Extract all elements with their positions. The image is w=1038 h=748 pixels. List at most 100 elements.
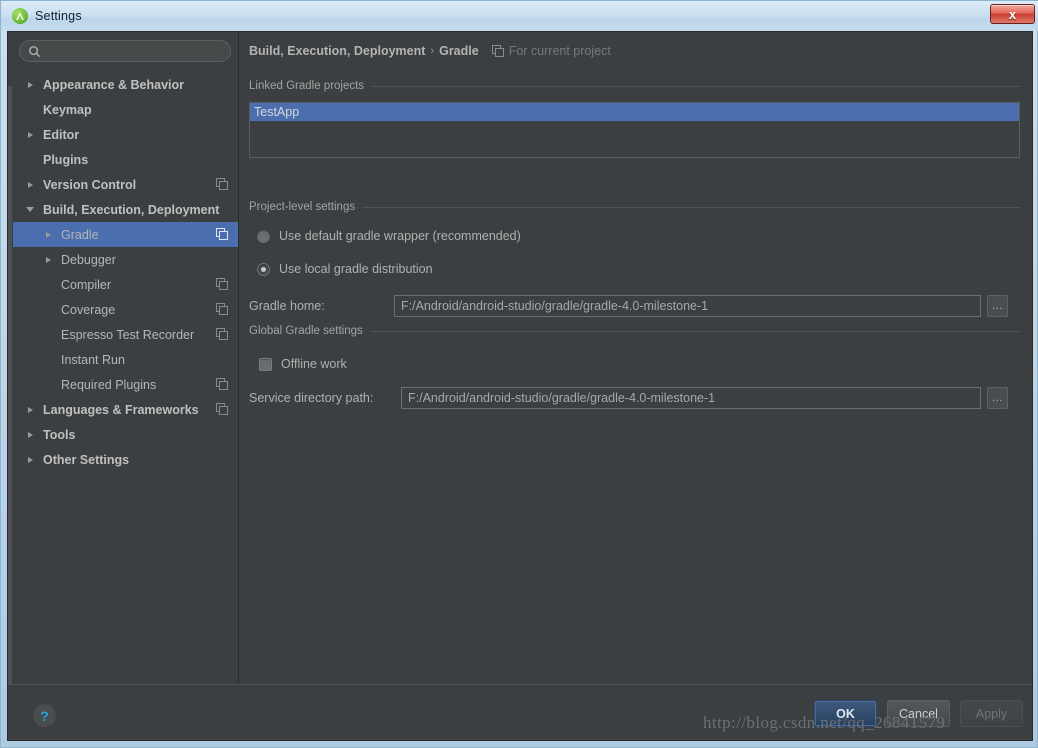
sidebar-item-debugger[interactable]: Debugger <box>13 247 238 272</box>
window-title: Settings <box>35 9 82 23</box>
breadcrumb-current: Gradle <box>439 44 479 58</box>
radio-use-default-wrapper[interactable]: Use default gradle wrapper (recommended) <box>257 229 521 243</box>
sidebar-item-appearance-behavior[interactable]: Appearance & Behavior <box>13 72 238 97</box>
android-studio-icon <box>12 8 28 24</box>
tree-arrow-spacer <box>23 153 37 167</box>
search-input[interactable] <box>45 43 223 59</box>
breadcrumb-separator: › <box>430 45 435 57</box>
service-directory-row: Service directory path: F:/Android/andro… <box>249 387 1008 409</box>
tree-arrow-spacer <box>41 328 55 342</box>
checkbox-offline-work[interactable]: Offline work <box>259 357 347 371</box>
settings-window: Settings x Appearance & Behavior Keymap … <box>0 0 1038 748</box>
project-scope-icon <box>216 403 228 415</box>
chevron-right-icon[interactable] <box>23 78 37 92</box>
radio-indicator-default[interactable] <box>257 229 270 243</box>
global-settings-group: Global Gradle settings <box>249 324 1020 338</box>
scope-tag: For current project <box>491 44 611 58</box>
sidebar-item-tools[interactable]: Tools <box>13 422 238 447</box>
group-divider <box>369 330 1020 332</box>
settings-sidebar: Appearance & Behavior Keymap Editor Plugins… <box>8 32 239 684</box>
sidebar-item-label: Build, Execution, Deployment <box>43 202 220 217</box>
ok-button[interactable]: OK <box>814 700 877 727</box>
global-settings-title: Global Gradle settings <box>249 325 363 337</box>
sidebar-item-editor[interactable]: Editor <box>13 122 238 147</box>
project-level-title: Project-level settings <box>249 201 356 213</box>
sidebar-item-instant-run[interactable]: Instant Run <box>13 347 238 372</box>
sidebar-item-languages-frameworks[interactable]: Languages & Frameworks <box>13 397 238 422</box>
project-scope-icon <box>216 328 228 340</box>
sidebar-item-label: Debugger <box>61 252 116 267</box>
sidebar-item-build-execution-deployment[interactable]: Build, Execution, Deployment <box>13 197 238 222</box>
scope-label: For current project <box>508 44 611 58</box>
chevron-right-icon[interactable] <box>41 228 55 242</box>
service-directory-browse-button[interactable]: ... <box>987 387 1008 409</box>
group-divider <box>362 206 1020 208</box>
sidebar-item-plugins[interactable]: Plugins <box>13 147 238 172</box>
gradle-home-browse-button[interactable]: ... <box>987 295 1008 317</box>
sidebar-item-coverage[interactable]: Coverage <box>13 297 238 322</box>
apply-button: Apply <box>960 700 1023 727</box>
sidebar-item-label: Editor <box>43 127 80 142</box>
chevron-right-icon[interactable] <box>23 128 37 142</box>
sidebar-item-version-control[interactable]: Version Control <box>13 172 238 197</box>
chevron-right-icon[interactable] <box>23 428 37 442</box>
sidebar-item-label: Tools <box>43 427 76 442</box>
tree-arrow-spacer <box>41 378 55 392</box>
service-directory-input[interactable]: F:/Android/android-studio/gradle/gradle-… <box>401 387 981 409</box>
sidebar-item-gradle[interactable]: Gradle <box>13 222 238 247</box>
close-glyph: x <box>1008 6 1017 22</box>
breadcrumb: Build, Execution, Deployment › Gradle Fo… <box>249 44 611 58</box>
gradle-home-label: Gradle home: <box>249 299 325 313</box>
sidebar-item-label: Required Plugins <box>61 377 157 392</box>
sidebar-item-label: Plugins <box>43 152 89 167</box>
radio-label-default: Use default gradle wrapper (recommended) <box>279 229 521 243</box>
service-directory-label: Service directory path: <box>249 391 374 405</box>
settings-dialog: Appearance & Behavior Keymap Editor Plugins… <box>7 31 1033 741</box>
checkbox-label-offline: Offline work <box>281 357 347 371</box>
radio-use-local-distribution[interactable]: Use local gradle distribution <box>257 262 433 276</box>
help-icon[interactable]: ? <box>33 704 56 727</box>
sidebar-item-keymap[interactable]: Keymap <box>13 97 238 122</box>
chevron-right-icon[interactable] <box>41 253 55 267</box>
chevron-down-icon[interactable] <box>23 203 37 217</box>
sidebar-item-other-settings[interactable]: Other Settings <box>13 447 238 472</box>
linked-projects-list[interactable]: TestApp <box>249 102 1020 158</box>
sidebar-item-label: Languages & Frameworks <box>43 402 199 417</box>
sidebar-item-label: Espresso Test Recorder <box>61 327 195 342</box>
sidebar-item-label: Keymap <box>43 102 92 117</box>
sidebar-item-label: Appearance & Behavior <box>43 77 185 92</box>
sidebar-item-required-plugins[interactable]: Required Plugins <box>13 372 238 397</box>
title-bar: Settings x <box>1 1 1038 31</box>
radio-indicator-local[interactable] <box>257 262 270 276</box>
cancel-button[interactable]: Cancel <box>887 700 950 727</box>
sidebar-scrollbar-thumb[interactable] <box>8 86 12 684</box>
sidebar-item-compiler[interactable]: Compiler <box>13 272 238 297</box>
sidebar-item-label: Other Settings <box>43 452 130 467</box>
group-divider <box>371 85 1020 87</box>
tree-arrow-spacer <box>41 278 55 292</box>
project-scope-icon <box>216 378 228 390</box>
radio-label-local: Use local gradle distribution <box>279 262 433 276</box>
sidebar-item-espresso-test-recorder[interactable]: Espresso Test Recorder <box>13 322 238 347</box>
list-item[interactable]: TestApp <box>250 103 1019 121</box>
sidebar-item-label: Coverage <box>61 302 116 317</box>
checkbox-indicator-offline[interactable] <box>259 357 272 371</box>
project-scope-icon <box>216 303 228 315</box>
settings-tree: Appearance & Behavior Keymap Editor Plugins… <box>13 72 238 472</box>
gradle-home-input[interactable]: F:/Android/android-studio/gradle/gradle-… <box>394 295 981 317</box>
gradle-home-row: Gradle home: F:/Android/android-studio/g… <box>249 295 1008 317</box>
chevron-right-icon[interactable] <box>23 453 37 467</box>
close-icon[interactable]: x <box>990 4 1035 24</box>
chevron-right-icon[interactable] <box>23 178 37 192</box>
sidebar-item-label: Compiler <box>61 277 112 292</box>
linked-projects-title: Linked Gradle projects <box>249 80 365 92</box>
sidebar-item-label: Gradle <box>61 227 99 242</box>
breadcrumb-parent[interactable]: Build, Execution, Deployment <box>249 44 425 58</box>
tree-arrow-spacer <box>41 303 55 317</box>
chevron-right-icon[interactable] <box>23 403 37 417</box>
project-level-group: Project-level settings <box>249 200 1020 214</box>
search-box[interactable] <box>19 40 231 62</box>
sidebar-item-label: Version Control <box>43 177 137 192</box>
project-scope-icon <box>491 45 504 57</box>
project-scope-icon <box>216 178 228 190</box>
